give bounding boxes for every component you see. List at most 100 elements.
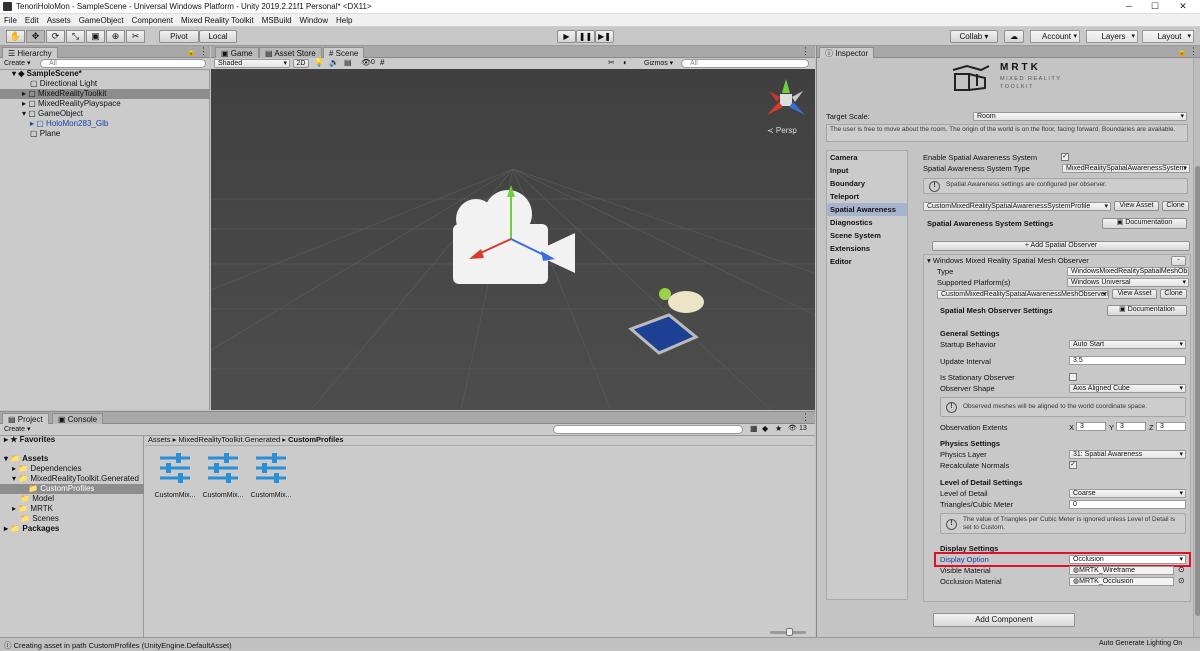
menu-msbuild[interactable]: MSBuild (258, 14, 296, 27)
panel-menu-icon[interactable]: ⋮ (801, 412, 810, 423)
extent-y-input[interactable]: 3 (1116, 422, 1146, 431)
update-interval-input[interactable]: 3.5 (1069, 356, 1186, 365)
documentation-button[interactable]: ▣ Documentation (1107, 305, 1187, 316)
filter-label-icon[interactable]: ◆ (762, 424, 768, 433)
lock-icon[interactable]: 🔒 (186, 47, 196, 56)
minimize-button[interactable]: ─ (1116, 0, 1142, 14)
inspector-scrollbar[interactable] (1193, 58, 1200, 637)
view-asset-button[interactable]: View Asset (1114, 201, 1159, 211)
rotate-tool-icon[interactable]: ⟳ (46, 30, 65, 43)
2d-toggle[interactable]: 2D (293, 59, 309, 68)
tree-packages[interactable]: ▸ 📁 Packages (0, 524, 144, 534)
tab-scene[interactable]: # Scene (323, 47, 365, 58)
menu-help[interactable]: Help (332, 14, 356, 27)
category-scene-system[interactable]: Scene System (827, 229, 907, 242)
breadcrumb-mrtk-generated[interactable]: MixedRealityToolkit.Generated (178, 435, 280, 444)
tab-inspector[interactable]: ⓘ Inspector (819, 47, 875, 58)
icon-size-slider[interactable] (770, 628, 806, 636)
visible-material-field[interactable]: ◍MRTK_Wireframe (1069, 566, 1174, 575)
hierarchy-item-holomon[interactable]: ▸ ▢ HoloMon283_Glb (0, 119, 210, 129)
scene-root-item[interactable]: ▾ ◆ SampleScene* (0, 69, 210, 79)
play-button[interactable]: ▶ (557, 30, 576, 43)
rect-tool-icon[interactable]: ▣ (86, 30, 105, 43)
local-toggle[interactable]: Local (199, 30, 237, 43)
tree-mrtk-generated[interactable]: ▾ 📁 MixedRealityToolkit.Generated (0, 474, 144, 484)
object-picker-icon[interactable]: ⊙ (1178, 565, 1185, 574)
clone-button[interactable]: Clone (1162, 201, 1189, 211)
system-profile-dropdown[interactable]: CustomMixedRealitySpatialAwarenessSystem… (923, 202, 1111, 211)
orientation-gizmo-icon[interactable] (763, 77, 809, 123)
panel-menu-icon[interactable]: ⋮ (801, 46, 810, 57)
menu-window[interactable]: Window (296, 14, 332, 27)
camera-settings-icon[interactable]: ◐ (623, 58, 628, 67)
object-picker-icon[interactable]: ⊙ (1178, 576, 1185, 585)
project-create-button[interactable]: Create ▾ (4, 425, 30, 433)
add-component-button[interactable]: Add Component (933, 613, 1075, 627)
menu-file[interactable]: File (0, 14, 21, 27)
extent-x-input[interactable]: 3 (1076, 422, 1106, 431)
tree-custom-profiles[interactable]: 📁 CustomProfiles (0, 484, 144, 494)
perspective-label[interactable]: ≺ Persp (767, 126, 797, 135)
observer-foldout[interactable]: ▾ Windows Mixed Reality Spatial Mesh Obs… (927, 256, 1089, 265)
tree-mrtk[interactable]: ▸ 📁 MRTK (0, 504, 144, 514)
platforms-dropdown[interactable]: Windows Universal (1067, 278, 1189, 287)
remove-observer-button[interactable]: - (1171, 256, 1186, 266)
add-spatial-observer-button[interactable]: + Add Spatial Observer (932, 241, 1190, 251)
occlusion-material-field[interactable]: ◍MRTK_Occlusion (1069, 577, 1174, 586)
target-scale-dropdown[interactable]: Room (973, 112, 1187, 121)
shading-dropdown[interactable]: Shaded (214, 59, 290, 68)
recalc-normals-checkbox[interactable]: ✓ (1069, 461, 1077, 469)
asset-item[interactable]: CustomMix... (152, 452, 198, 502)
category-spatial-awareness[interactable]: Spatial Awareness (827, 203, 907, 216)
triangles-input[interactable]: 0 (1069, 500, 1186, 509)
menu-gameobject[interactable]: GameObject (75, 14, 128, 27)
project-search-input[interactable] (553, 425, 743, 434)
shape-dropdown[interactable]: Axis Aligned Cube (1069, 384, 1186, 393)
menu-assets[interactable]: Assets (43, 14, 75, 27)
breadcrumb-custom-profiles[interactable]: CustomProfiles (288, 435, 343, 444)
effects-icon[interactable]: ▤ (344, 58, 352, 67)
collab-button[interactable]: Collab ▾ (950, 30, 998, 43)
tree-scenes[interactable]: 📁 Scenes (0, 514, 144, 524)
tab-asset-store[interactable]: ▤ Asset Store (259, 47, 322, 58)
hierarchy-item-gameobject[interactable]: ▾ ▢ GameObject (0, 109, 210, 119)
tools-icon[interactable]: ✂ (608, 58, 615, 67)
tree-assets[interactable]: ▾ 📁 Assets (0, 454, 144, 464)
tab-console[interactable]: ▣ Console (52, 413, 104, 424)
audio-icon[interactable]: 🔊 (329, 58, 339, 67)
breadcrumb-assets[interactable]: Assets (148, 435, 171, 444)
category-camera[interactable]: Camera (827, 151, 907, 164)
pivot-toggle[interactable]: Pivot (159, 30, 199, 43)
category-boundary[interactable]: Boundary (827, 177, 907, 190)
maximize-button[interactable]: ☐ (1142, 0, 1168, 14)
move-tool-icon[interactable]: ✥ (26, 30, 45, 43)
asset-item[interactable]: CustomMix... (200, 452, 246, 502)
gizmos-dropdown[interactable]: Gizmos ▾ (644, 59, 673, 67)
cloud-icon[interactable]: ☁ (1004, 30, 1024, 43)
scale-tool-icon[interactable]: ⤡ (66, 30, 85, 43)
clone-button[interactable]: Clone (1160, 289, 1187, 299)
enable-spatial-checkbox[interactable]: ✓ (1061, 153, 1069, 161)
stationary-checkbox[interactable] (1069, 373, 1077, 381)
documentation-button[interactable]: ▣ Documentation (1102, 218, 1187, 229)
extent-z-input[interactable]: 3 (1156, 422, 1186, 431)
scene-search-input[interactable]: All (681, 59, 809, 68)
observer-type-field[interactable]: WindowsMixedRealitySpatialMeshObserver (1067, 267, 1189, 276)
category-teleport[interactable]: Teleport (827, 190, 907, 203)
category-input[interactable]: Input (827, 164, 907, 177)
favorite-star-icon[interactable]: ★ (775, 424, 782, 433)
lighting-icon[interactable]: 💡 (314, 58, 324, 67)
menu-mrtk[interactable]: Mixed Reality Toolkit (177, 14, 258, 27)
lock-icon[interactable]: 🔒 (1177, 47, 1187, 56)
asset-item[interactable]: CustomMix... (248, 452, 294, 502)
scrollbar-thumb[interactable] (1195, 166, 1200, 616)
panel-menu-icon[interactable]: ⋮ (199, 46, 208, 57)
startup-dropdown[interactable]: Auto Start (1069, 340, 1186, 349)
grid-icon[interactable]: # (380, 58, 384, 67)
menu-edit[interactable]: Edit (21, 14, 43, 27)
menu-component[interactable]: Component (128, 14, 177, 27)
layout-dropdown[interactable]: Layout (1142, 30, 1194, 43)
slider-thumb[interactable] (786, 628, 793, 636)
system-type-dropdown[interactable]: MixedRealitySpatialAwarenessSystem (1062, 164, 1190, 173)
hierarchy-item-playspace[interactable]: ▸ ▢ MixedRealityPlayspace (0, 99, 210, 109)
